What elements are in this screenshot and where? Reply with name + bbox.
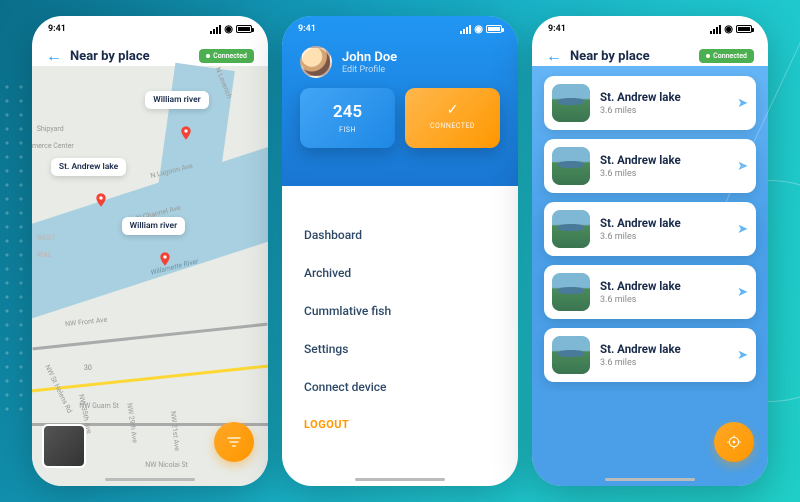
status-time: 9:41 bbox=[48, 24, 66, 34]
locate-fab[interactable] bbox=[714, 422, 754, 462]
map-pin-label[interactable]: William river bbox=[122, 217, 185, 235]
place-card[interactable]: St. Andrew lake 3.6 miles ➤ bbox=[544, 139, 756, 193]
logout-button[interactable]: LOGOUT bbox=[304, 406, 496, 443]
avatar bbox=[300, 46, 332, 78]
phone-map-screen: 9:41 ◉ ← Near by place Connected Shipyar… bbox=[32, 16, 268, 486]
navigate-icon[interactable]: ➤ bbox=[737, 159, 748, 174]
place-name: St. Andrew lake bbox=[600, 216, 727, 230]
stat-fish-card[interactable]: 245 FISH bbox=[300, 88, 395, 148]
place-card[interactable]: St. Andrew lake 3.6 miles ➤ bbox=[544, 76, 756, 130]
home-indicator bbox=[605, 478, 695, 481]
menu-cumulative-fish[interactable]: Cummlative fish bbox=[304, 292, 496, 330]
status-bar: 9:41 ◉ bbox=[282, 16, 518, 36]
menu-dashboard[interactable]: Dashboard bbox=[304, 216, 496, 254]
place-name: St. Andrew lake bbox=[600, 90, 727, 104]
map-label-nw21: NW 21st Ave bbox=[169, 411, 181, 452]
stat-connected-card[interactable]: ✓ CONNECTED bbox=[405, 88, 500, 148]
wifi-icon: ◉ bbox=[724, 24, 733, 35]
profile-section[interactable]: John Doe Edit Profile bbox=[282, 36, 518, 88]
status-time: 9:41 bbox=[548, 24, 566, 34]
status-time: 9:41 bbox=[298, 24, 316, 34]
location-pin-icon[interactable] bbox=[157, 251, 173, 267]
filter-icon bbox=[226, 434, 242, 450]
stat-label: CONNECTED bbox=[415, 122, 490, 130]
home-indicator bbox=[105, 478, 195, 481]
place-name: St. Andrew lake bbox=[600, 153, 727, 167]
navigate-icon[interactable]: ➤ bbox=[737, 96, 748, 111]
phone-menu-screen: 9:41 ◉ John Doe Edit Profile 245 FISH ✓ … bbox=[282, 16, 518, 486]
map-label-west: WEST bbox=[37, 234, 56, 242]
check-icon: ✓ bbox=[415, 102, 490, 118]
connected-badge: Connected bbox=[199, 49, 254, 63]
back-icon[interactable]: ← bbox=[46, 46, 62, 66]
stat-value: 245 bbox=[310, 102, 385, 122]
stat-label: FISH bbox=[310, 126, 385, 134]
status-bar: 9:41 ◉ bbox=[532, 16, 768, 36]
connected-badge: Connected bbox=[699, 49, 754, 63]
signal-icon bbox=[210, 25, 221, 34]
battery-icon bbox=[736, 25, 752, 33]
page-title: Near by place bbox=[570, 49, 650, 64]
menu-connect-device[interactable]: Connect device bbox=[304, 368, 496, 406]
page-title: Near by place bbox=[70, 49, 150, 64]
place-distance: 3.6 miles bbox=[600, 106, 727, 116]
navigate-icon[interactable]: ➤ bbox=[737, 222, 748, 237]
navigate-icon[interactable]: ➤ bbox=[737, 285, 748, 300]
map-label-front: NW Front Ave bbox=[65, 316, 108, 328]
place-distance: 3.6 miles bbox=[600, 295, 727, 305]
map-label-rial: RIAL bbox=[37, 251, 52, 259]
place-name: St. Andrew lake bbox=[600, 279, 727, 293]
map-pin-label[interactable]: St. Andrew lake bbox=[51, 158, 126, 176]
satellite-toggle[interactable] bbox=[42, 424, 86, 468]
map-label-shipyard: Shipyard bbox=[37, 125, 64, 133]
menu-list: Dashboard Archived Cummlative fish Setti… bbox=[282, 186, 518, 443]
home-indicator bbox=[355, 478, 445, 481]
map-label-hwy: 30 bbox=[84, 364, 92, 372]
places-list[interactable]: St. Andrew lake 3.6 miles ➤ St. Andrew l… bbox=[532, 66, 768, 486]
place-thumbnail bbox=[552, 210, 590, 248]
status-bar: 9:41 ◉ bbox=[32, 16, 268, 36]
place-distance: 3.6 miles bbox=[600, 232, 727, 242]
locate-icon bbox=[726, 434, 742, 450]
menu-archived[interactable]: Archived bbox=[304, 254, 496, 292]
map-label-merce: merce Center bbox=[32, 142, 74, 150]
place-thumbnail bbox=[552, 336, 590, 374]
place-thumbnail bbox=[552, 147, 590, 185]
place-card[interactable]: St. Andrew lake 3.6 miles ➤ bbox=[544, 265, 756, 319]
map-pin-label[interactable]: William river bbox=[145, 91, 208, 109]
location-pin-icon[interactable] bbox=[178, 125, 194, 141]
signal-icon bbox=[710, 25, 721, 34]
place-distance: 3.6 miles bbox=[600, 358, 727, 368]
place-thumbnail bbox=[552, 273, 590, 311]
wifi-icon: ◉ bbox=[474, 24, 483, 35]
phone-list-screen: 9:41 ◉ ← Near by place Connected St. And… bbox=[532, 16, 768, 486]
place-distance: 3.6 miles bbox=[600, 169, 727, 179]
signal-icon bbox=[460, 25, 471, 34]
place-name: St. Andrew lake bbox=[600, 342, 727, 356]
navigate-icon[interactable]: ➤ bbox=[737, 348, 748, 363]
place-card[interactable]: St. Andrew lake 3.6 miles ➤ bbox=[544, 202, 756, 256]
battery-icon bbox=[236, 25, 252, 33]
filter-fab[interactable] bbox=[214, 422, 254, 462]
location-pin-icon[interactable] bbox=[93, 192, 109, 208]
map-label-nicolai: NW Nicolai St bbox=[145, 461, 188, 469]
map-view[interactable]: Shipyard merce Center N Leverich N Lagoo… bbox=[32, 66, 268, 486]
user-name: John Doe bbox=[342, 50, 397, 65]
wifi-icon: ◉ bbox=[224, 24, 233, 35]
back-icon[interactable]: ← bbox=[546, 46, 562, 66]
place-card[interactable]: St. Andrew lake 3.6 miles ➤ bbox=[544, 328, 756, 382]
battery-icon bbox=[486, 25, 502, 33]
place-thumbnail bbox=[552, 84, 590, 122]
edit-profile-link[interactable]: Edit Profile bbox=[342, 65, 397, 75]
menu-settings[interactable]: Settings bbox=[304, 330, 496, 368]
